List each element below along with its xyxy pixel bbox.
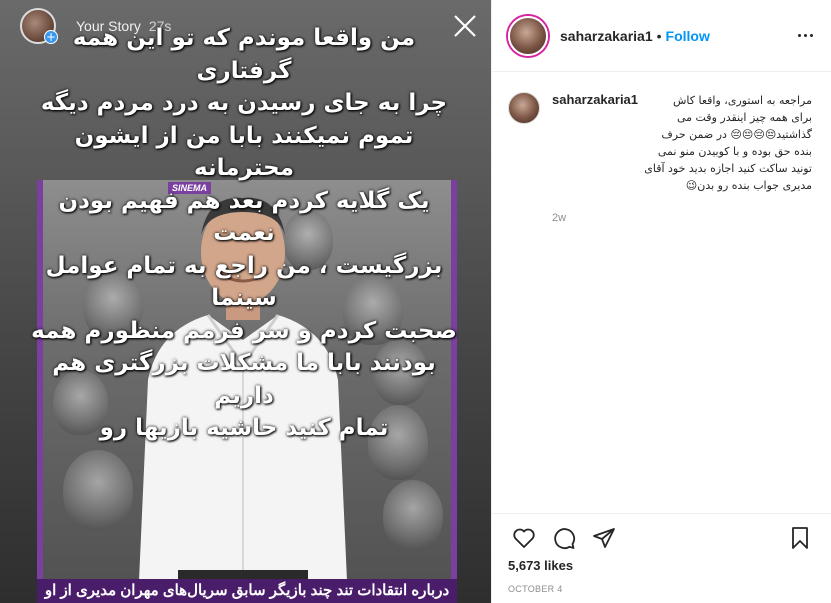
caption-comment: saharzakaria1 مراجعه به استوری، واقعا کا… — [492, 72, 831, 224]
overlay-line: تمام کنید حاشیه بازیها رو — [99, 415, 389, 441]
overlay-line: تموم نمیکنند بابا من از ایشون محترمانه — [74, 122, 414, 182]
background-face — [383, 480, 443, 550]
poster-caption: درباره انتقادات تند چند بازیگر سابق سریا… — [37, 579, 457, 603]
background-face — [63, 450, 133, 530]
share-icon[interactable] — [584, 518, 624, 558]
comment-body: saharzakaria1 مراجعه به استوری، واقعا کا… — [552, 92, 812, 224]
action-bar — [492, 513, 831, 561]
comment-avatar[interactable] — [508, 92, 540, 124]
comment-line-rest: برای همه چیز اینقدر وقت می گذاشتید😔😔😔😔 د… — [644, 111, 812, 192]
story-overlay-text: من واقعا موندم که تو این همه گرفتاری چرا… — [24, 22, 464, 445]
comment-time[interactable]: 2w — [552, 212, 812, 224]
likes-count[interactable]: 5,673 likes — [508, 558, 573, 573]
separator-dot: • — [656, 27, 662, 44]
overlay-line: چرا به جای رسیدن به درد مردم دیگه — [40, 90, 448, 116]
overlay-line: بزرگیست ، من راجع به تمام عوامل سینما — [45, 252, 443, 312]
overlay-line: من واقعا موندم که تو این همه گرفتاری — [72, 25, 416, 84]
comment-line-1: مراجعه به استوری، واقعا کاش — [672, 94, 812, 107]
post-date: OCTOBER 4 — [508, 584, 563, 594]
follow-button[interactable]: Follow — [666, 28, 710, 44]
post-panel: saharzakaria1 • Follow saharzakaria1 مرا… — [491, 0, 831, 603]
comment-icon[interactable] — [544, 518, 584, 558]
bookmark-icon[interactable] — [780, 518, 820, 558]
username-link[interactable]: saharzakaria1 — [560, 28, 653, 44]
comment-text: مراجعه به استوری، واقعا کاش برای همه چیز… — [552, 92, 812, 194]
more-options-icon[interactable] — [795, 26, 815, 46]
overlay-line: بودنند بابا ما مشکلات بزرگتری هم داریم — [52, 350, 436, 409]
story-viewer: SINEMA درباره انتقادات تند چند بازیگر سا… — [0, 0, 491, 603]
heart-icon[interactable] — [504, 518, 544, 558]
overlay-line: یک گلایه کردم بعد هم فهیم بودن نعمت — [58, 187, 430, 247]
overlay-line: صحبت کردم و سر فرمم منظورم همه — [31, 317, 457, 344]
post-header: saharzakaria1 • Follow — [492, 0, 831, 72]
avatar[interactable] — [508, 15, 548, 56]
